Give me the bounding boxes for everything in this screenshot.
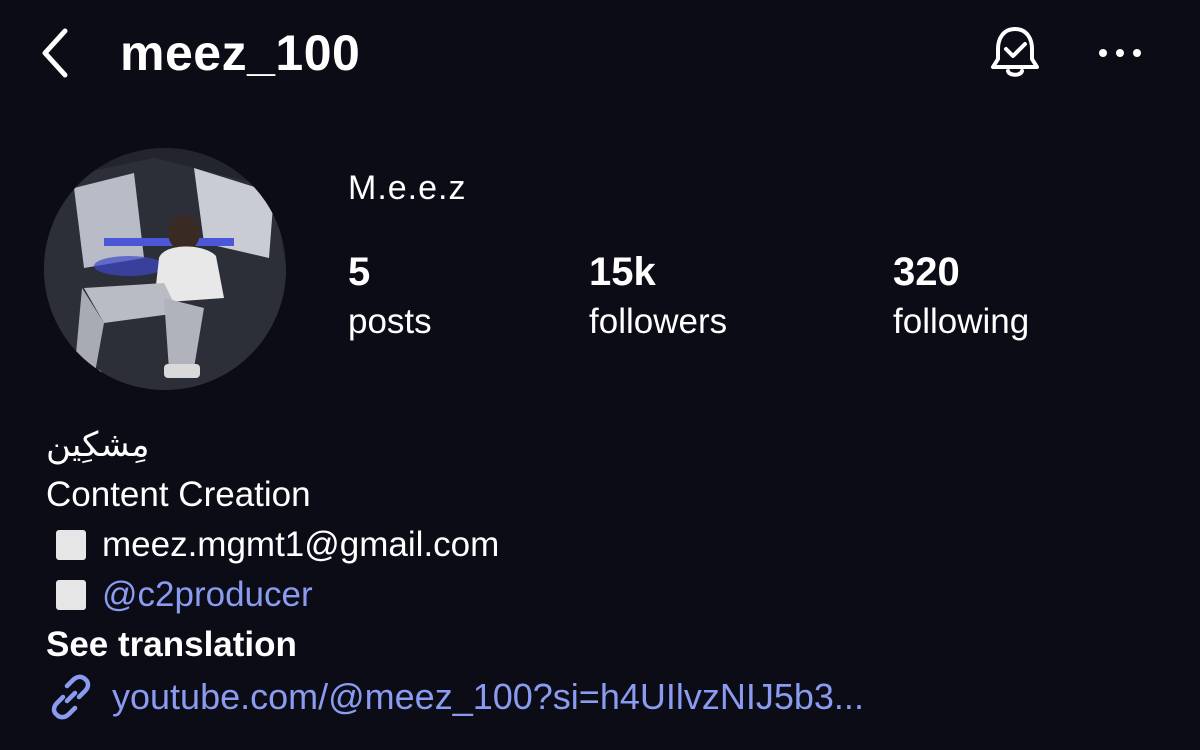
profile-username: meez_100 [120,25,361,81]
profile-avatar[interactable] [44,148,286,390]
bio-email-line: meez.mgmt1@gmail.com [46,520,499,570]
link-icon [51,674,91,720]
more-options-button[interactable] [1085,28,1155,78]
bell-check-icon [991,27,1039,77]
mention-link[interactable]: @c2producer [102,570,313,620]
posts-count: 5 [348,250,371,294]
bio-email: meez.mgmt1@gmail.com [102,525,500,564]
posts-label: posts [348,302,432,341]
followers-label: followers [589,302,728,341]
notifications-button[interactable] [980,20,1050,86]
external-link[interactable]: youtube.com/@meez_100?si=h4UIlvzNIJ5b3..… [46,672,864,722]
see-translation-button[interactable]: See translation [46,620,297,670]
more-horizontal-icon [1099,49,1141,57]
square-emoji-icon [56,530,86,560]
following-label: following [893,302,1030,341]
posts-stat[interactable]: 5 posts [348,248,432,348]
bio-mention-line: @c2producer [46,570,313,620]
bio-category: Content Creation [46,475,311,514]
chevron-left-icon [42,28,68,78]
following-stat[interactable]: 320 following [893,248,1029,348]
followers-count: 15k [589,250,656,294]
bio-arabic-text: مِشكِين [46,425,150,465]
followers-stat[interactable]: 15k followers [589,248,727,348]
display-name: M.e.e.z [348,169,467,207]
following-count: 320 [893,250,960,294]
link-text: youtube.com/@meez_100?si=h4UIlvzNIJ5b3..… [112,676,864,717]
avatar-photo [44,148,286,390]
back-button[interactable] [30,22,80,84]
square-emoji-icon [56,580,86,610]
